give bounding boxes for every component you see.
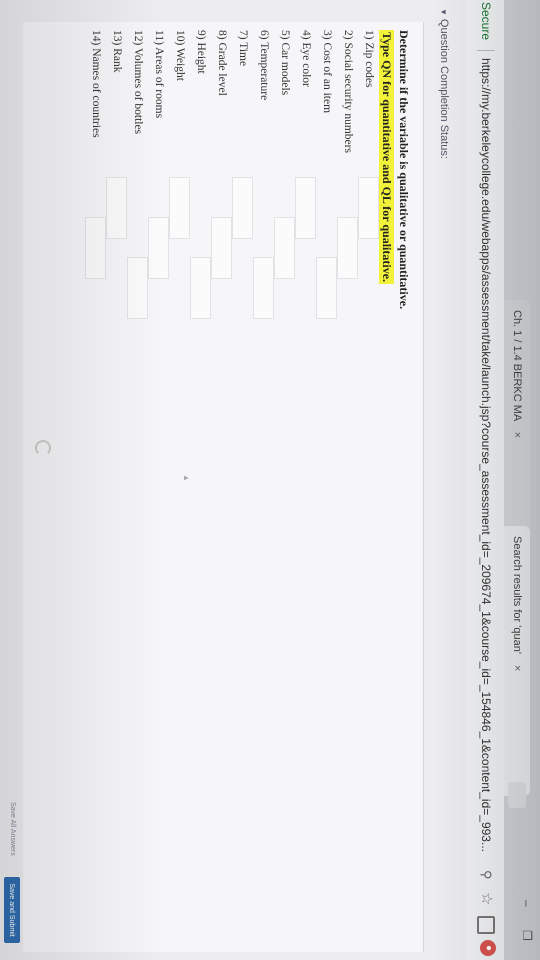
question-panel: Determine if the variable is qualitative… — [23, 22, 424, 952]
highlighted-instruction: Type QN for quantitative and QL for qual… — [379, 30, 394, 285]
zoom-icon[interactable]: ⚲ — [478, 870, 494, 880]
question-item-label: 9) Height — [195, 30, 207, 74]
close-icon[interactable]: × — [511, 432, 523, 438]
tab-label: Search results for 'quan' — [511, 536, 523, 654]
answer-input[interactable] — [106, 177, 127, 239]
question-item-label: 13) Rank — [111, 30, 123, 73]
question-item-label: 8) Grade level — [216, 30, 228, 96]
answer-input[interactable] — [148, 217, 169, 279]
answer-input[interactable] — [211, 217, 232, 279]
tab-label: Ch. 1 / 1.4 BERKC MA — [511, 310, 523, 421]
loading-cursor-icon — [35, 440, 51, 456]
question-item-label: 5) Car models — [279, 30, 291, 96]
save-all-answers-button[interactable]: Save All Answers — [9, 802, 16, 856]
completion-status[interactable]: ▼ Question Completion Status: — [438, 8, 450, 159]
question-item-label: 4) Eye color — [300, 30, 312, 87]
maximize-icon[interactable]: ❐ — [520, 930, 534, 941]
question-item-label: 11) Areas of rooms — [153, 30, 165, 119]
profile-icon[interactable]: ● — [480, 940, 496, 956]
tab-bar: Ch. 1 / 1.4 BERKC MA × Search results fo… — [504, 0, 540, 960]
caret-down-icon: ▼ — [439, 8, 448, 16]
url-text[interactable]: https://my.berkeleycollege.edu/webapps/a… — [479, 58, 493, 852]
answer-input[interactable] — [169, 177, 190, 239]
instruction-text: Determine if the variable is qualitative… — [397, 30, 411, 310]
bookmark-star-icon[interactable]: ☆ — [478, 892, 496, 905]
question-area: Determine if the variable is qualitative… — [23, 22, 423, 952]
answer-input[interactable] — [358, 177, 379, 239]
question-item-label: 12) Volumes of bottles — [132, 30, 144, 135]
tab-course[interactable]: Ch. 1 / 1.4 BERKC MA × — [504, 300, 530, 540]
secure-label: Secure — [479, 2, 493, 41]
question-item-label: 3) Cost of an item — [321, 30, 333, 114]
extension-icon[interactable] — [477, 916, 495, 934]
question-item-label: 6) Temperature — [258, 30, 270, 101]
minimize-icon[interactable]: – — [520, 900, 534, 907]
close-icon[interactable]: × — [511, 665, 523, 671]
question-item-label: 14) Names of countries — [90, 30, 102, 138]
scroll-indicator-icon: ▲ — [182, 474, 191, 482]
question-item-label: 2) Social security numbers — [342, 30, 354, 153]
answer-input[interactable] — [316, 257, 337, 319]
question-item-label: 10) Weight — [174, 30, 186, 81]
answer-input[interactable] — [127, 257, 148, 319]
browser-chrome: Ch. 1 / 1.4 BERKC MA × Search results fo… — [465, 0, 540, 960]
answer-input[interactable] — [295, 177, 316, 239]
answer-input[interactable] — [190, 257, 211, 319]
divider — [477, 50, 495, 51]
page-content: ▼ Question Completion Status: Determine i… — [0, 0, 466, 960]
tab-search-results[interactable]: Search results for 'quan' × — [504, 526, 530, 796]
answer-input[interactable] — [274, 217, 295, 279]
answer-input[interactable] — [85, 217, 106, 279]
question-item-label: 7) Time — [237, 30, 249, 67]
screenshot-stage: Ch. 1 / 1.4 BERKC MA × Search results fo… — [0, 0, 540, 960]
answer-input[interactable] — [253, 257, 274, 319]
footer-bar: Save All Answers Save and Submit — [0, 22, 24, 952]
question-item-label: 1) Zip codes — [363, 30, 375, 88]
save-and-submit-button[interactable]: Save and Submit — [4, 877, 20, 943]
browser-window: Ch. 1 / 1.4 BERKC MA × Search results fo… — [0, 0, 540, 960]
new-tab-button[interactable] — [508, 782, 526, 808]
answer-input[interactable] — [232, 177, 253, 239]
completion-status-label: Question Completion Status: — [438, 18, 450, 159]
address-bar[interactable]: Secure https://my.berkeleycollege.edu/we… — [465, 0, 504, 960]
answer-input[interactable] — [337, 217, 358, 279]
